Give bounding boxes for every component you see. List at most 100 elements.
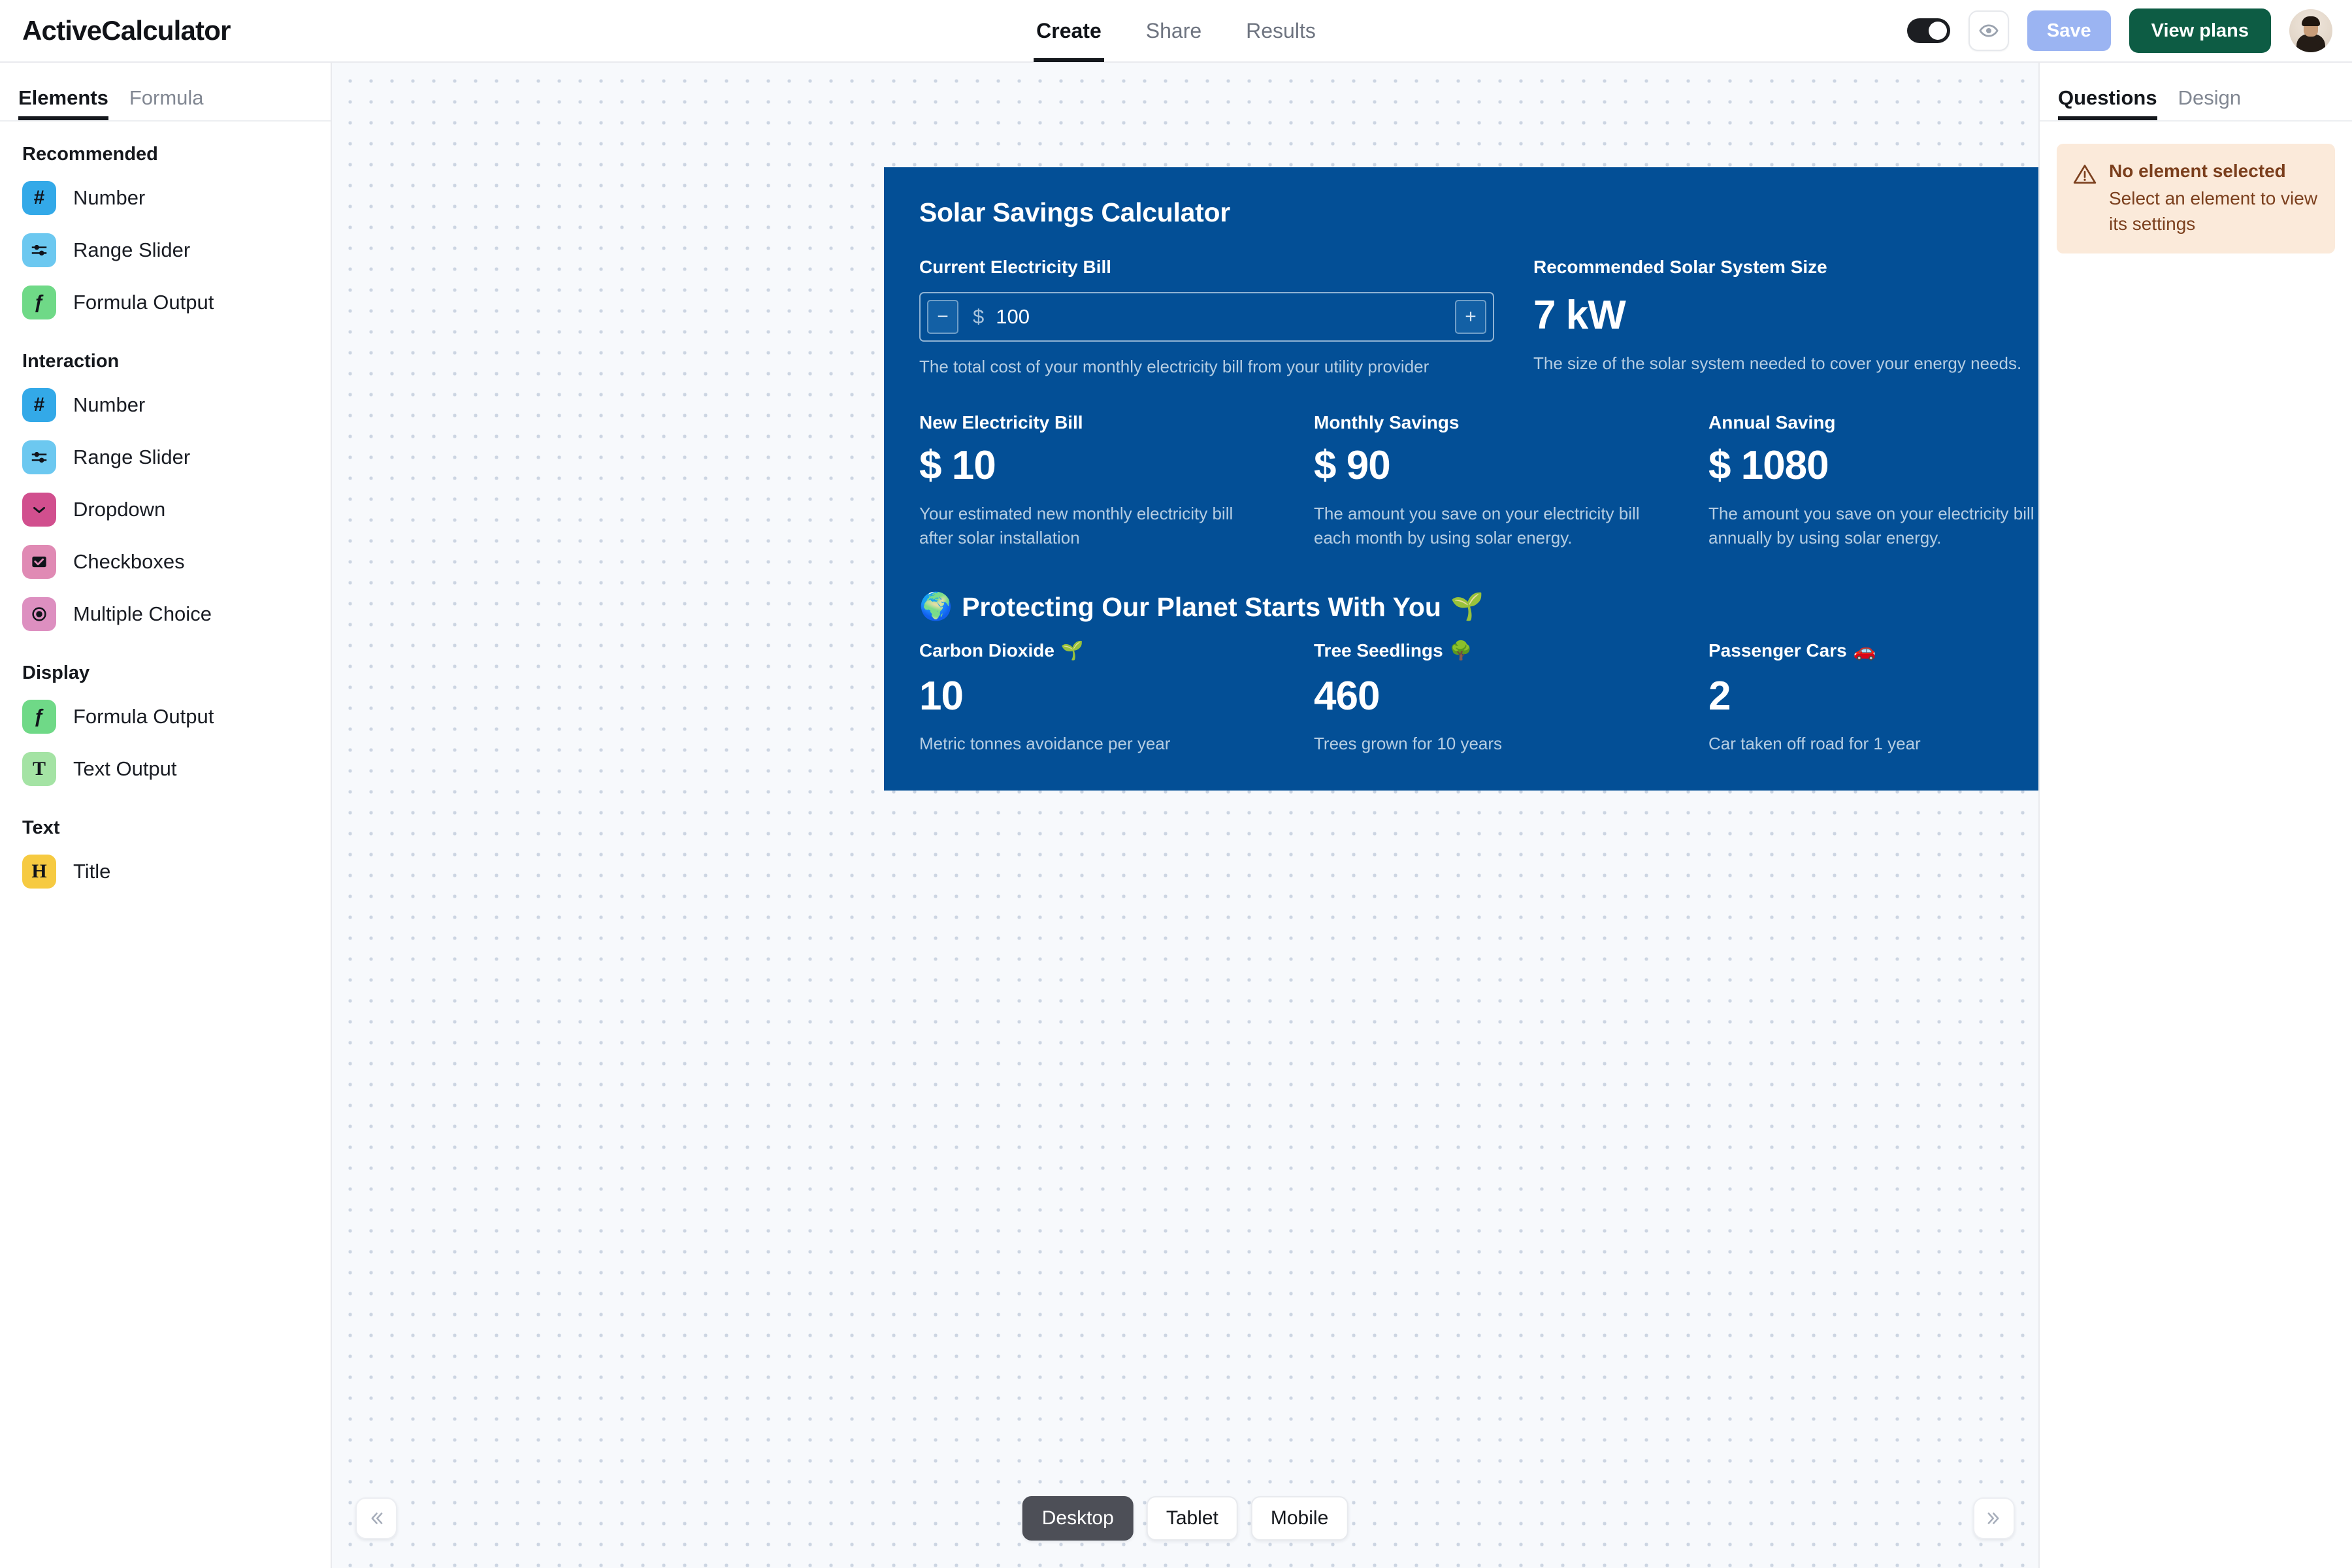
current-bill-value[interactable]: 100 [996,305,1455,329]
device-tablet-button[interactable]: Tablet [1146,1496,1238,1541]
eco-tree-seedlings: Tree Seedlings 🌳 460 Trees grown for 10 … [1314,640,1708,754]
collapse-left-panel-button[interactable] [355,1497,397,1539]
element-number-interaction[interactable]: # Number [0,379,331,431]
elements-sidebar: Elements Formula Recommended # Number Ra… [0,63,332,1568]
collapse-right-panel-button[interactable] [1973,1497,2015,1539]
metric-label: Monthly Savings [1314,412,1460,433]
device-desktop-button[interactable]: Desktop [1022,1496,1134,1541]
element-multiple-choice[interactable]: Multiple Choice [0,588,331,640]
tab-questions[interactable]: Questions [2058,86,2157,120]
eco-value: 2 [1708,674,1731,719]
no-selection-alert: No element selected Select an element to… [2057,144,2335,254]
eco-value: 460 [1314,674,1380,719]
element-dropdown[interactable]: Dropdown [0,483,331,536]
element-label: Text Output [73,757,177,780]
nav-tab-create[interactable]: Create [1034,0,1104,62]
avatar-body [2296,34,2325,52]
tab-design[interactable]: Design [2178,86,2242,120]
element-range-slider-interaction[interactable]: Range Slider [0,431,331,483]
currency-symbol: $ [973,305,985,328]
current-bill-helper: The total cost of your monthly electrici… [919,357,1429,376]
element-checkboxes[interactable]: Checkboxes [0,536,331,588]
settings-tabs: Questions Design [2040,63,2352,122]
eco-label: Passenger Cars [1708,640,1847,661]
globe-icon: 🌍 [919,591,953,622]
metric-label: New Electricity Bill [919,412,1083,433]
savings-metrics-row: New Electricity Bill $ 10 Your estimated… [919,412,2038,551]
save-button[interactable]: Save [2027,10,2111,51]
increment-button[interactable]: + [1455,300,1486,334]
element-label: Title [73,860,111,883]
calculator-card[interactable]: Solar Savings Calculator Current Electri… [884,167,2038,791]
checkbox-icon [22,545,56,579]
device-switcher: Desktop Tablet Mobile [1022,1496,1348,1541]
element-number-recommended[interactable]: # Number [0,172,331,224]
tab-formula[interactable]: Formula [129,86,204,120]
eco-label: Carbon Dioxide [919,640,1054,661]
eco-description: Car taken off road for 1 year [1708,734,1921,754]
seedling-icon: 🌱 [1060,640,1084,661]
element-title[interactable]: H Title [0,845,331,898]
text-icon: T [22,752,56,786]
alert-body: No element selected Select an element to… [2109,161,2319,237]
metric-annual-saving: Annual Saving $ 1080 The amount you save… [1708,412,2038,551]
eco-passenger-cars: Passenger Cars 🚗 2 Car taken off road fo… [1708,640,2038,754]
current-bill-input[interactable]: − $ 100 + [919,292,1494,342]
eco-label-row: Passenger Cars 🚗 [1708,640,2038,661]
metric-label: Annual Saving [1708,412,1836,433]
current-bill-label: Current Electricity Bill [919,257,1112,277]
metric-value: $ 90 [1314,442,1391,488]
element-label: Number [73,186,146,209]
preview-mode-toggle[interactable] [1906,18,1950,43]
main-nav: Create Share Results [1034,0,1318,62]
chevrons-right-icon [1987,1512,1999,1524]
group-title-recommended: Recommended [22,144,158,165]
element-label: Number [73,393,146,416]
top-bar-actions: Save View plans [1906,8,2332,53]
device-mobile-button[interactable]: Mobile [1250,1496,1348,1541]
alert-title: No element selected [2109,161,2286,181]
calculator-title: Solar Savings Calculator [919,197,1230,227]
element-label: Checkboxes [73,550,185,573]
tree-icon: 🌳 [1449,640,1473,661]
chevrons-left-icon [371,1512,383,1524]
metric-value: $ 1080 [1708,442,1829,488]
metric-description: The amount you save on your electricity … [1314,503,1640,548]
calculator-top-row: Current Electricity Bill − $ 100 + The t… [919,257,2038,380]
tab-elements[interactable]: Elements [18,86,108,120]
top-bar: ActiveCalculator Create Share Results Sa… [0,0,2352,63]
heading-icon: H [22,855,56,889]
nav-tab-share[interactable]: Share [1143,0,1204,62]
editor-canvas[interactable]: Solar Savings Calculator Current Electri… [332,63,2038,1568]
system-size-value: 7 kW [1533,293,1626,338]
metric-value: $ 10 [919,442,996,488]
eco-label: Tree Seedlings [1314,640,1443,661]
main-area: Elements Formula Recommended # Number Ra… [0,63,2352,1568]
element-text-output[interactable]: T Text Output [0,743,331,795]
group-title-interaction: Interaction [22,351,120,372]
system-size-label: Recommended Solar System Size [1533,257,1827,277]
eye-icon [1979,24,1999,37]
radio-icon [22,597,56,631]
eco-label-row: Tree Seedlings 🌳 [1314,640,1708,661]
metric-description: The amount you save on your electricity … [1708,503,2034,548]
avatar[interactable] [2289,9,2332,52]
eco-carbon-dioxide: Carbon Dioxide 🌱 10 Metric tonnes avoida… [919,640,1314,754]
app-logo: ActiveCalculator [22,15,231,46]
eco-section-heading: 🌍 Protecting Our Planet Starts With You … [919,591,2038,623]
nav-tab-results[interactable]: Results [1243,0,1318,62]
alert-text: Select an element to view its settings [2109,188,2318,235]
element-formula-output-display[interactable]: ƒ Formula Output [0,691,331,743]
view-plans-button[interactable]: View plans [2129,8,2271,53]
function-icon: ƒ [22,286,56,319]
element-formula-output-recommended[interactable]: ƒ Formula Output [0,276,331,329]
chevron-down-icon [22,493,56,527]
eco-heading-text: Protecting Our Planet Starts With You [962,591,1441,622]
group-title-display: Display [22,662,90,683]
element-label: Multiple Choice [73,602,212,625]
decrement-button[interactable]: − [927,300,958,334]
element-range-slider-recommended[interactable]: Range Slider [0,224,331,276]
element-label: Range Slider [73,238,191,261]
preview-eye-button[interactable] [1968,10,2009,51]
warning-triangle-icon [2073,165,2097,184]
